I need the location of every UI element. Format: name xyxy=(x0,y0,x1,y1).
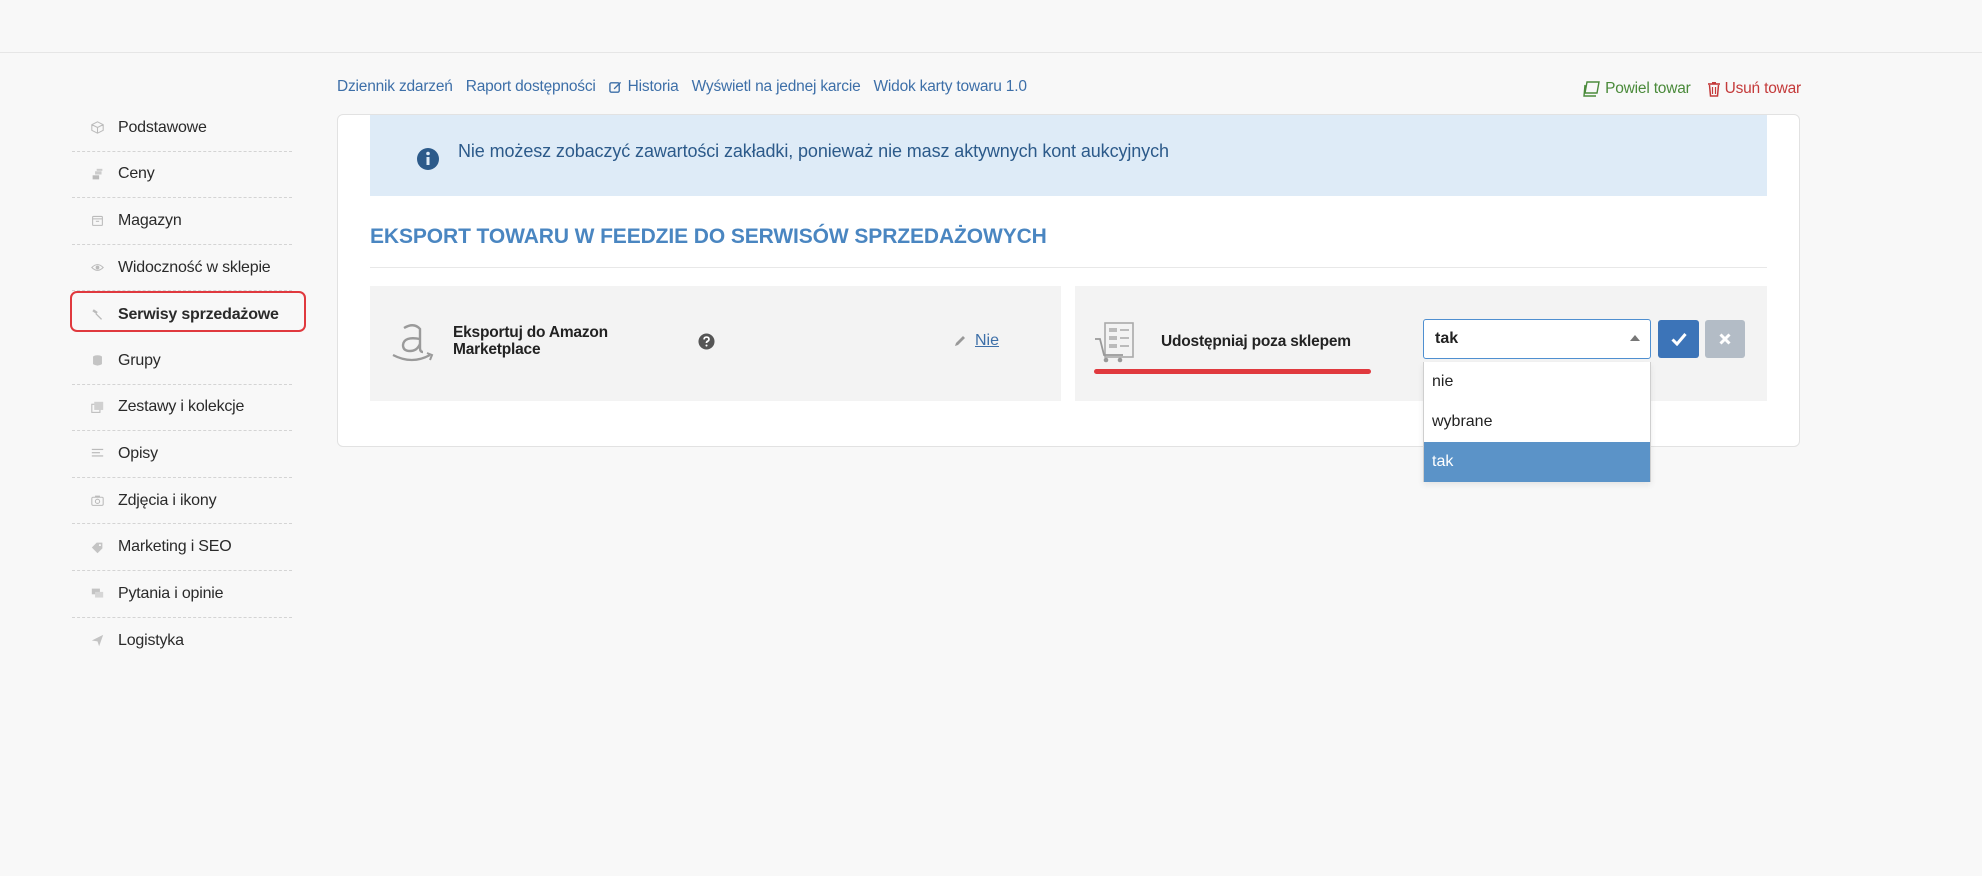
paper-plane-icon xyxy=(90,634,104,648)
amazon-export-card: Eksportuj do Amazon Marketplace Nie xyxy=(370,286,1061,401)
duplicate-product-link[interactable]: Powiel towar xyxy=(1583,80,1691,98)
delete-product-label: Usuń towar xyxy=(1724,80,1802,97)
tag-icon xyxy=(90,540,104,554)
sidebar-item-label: Magazyn xyxy=(118,211,182,229)
amazon-icon xyxy=(392,324,434,362)
section-divider xyxy=(370,267,1767,268)
caret-up-icon xyxy=(1630,335,1640,341)
close-icon xyxy=(1719,333,1731,345)
sidebar-item-logistyka[interactable]: Logistyka xyxy=(72,618,292,665)
text-lines-icon xyxy=(90,447,104,461)
sidebar-item-label: Opisy xyxy=(118,444,158,462)
sidebar-item-serwisy-sprzedazowe[interactable]: Serwisy sprzedażowe xyxy=(70,291,306,338)
history-link[interactable]: Historia xyxy=(608,78,679,96)
pencil-icon xyxy=(953,334,967,348)
sidebar-item-label: Zdjęcia i ikony xyxy=(118,491,217,509)
box-icon xyxy=(90,214,104,228)
sidebar: Podstawowe Ceny Magazyn Widoczność w skl… xyxy=(70,105,306,665)
red-underline-annotation xyxy=(1094,369,1371,374)
coins-icon xyxy=(90,167,104,181)
amazon-export-value: Nie xyxy=(975,332,1000,349)
info-icon xyxy=(417,147,439,170)
section-title: EKSPORT TOWARU W FEEDZIE DO SERWISÓW SPR… xyxy=(370,225,1047,248)
confirm-button[interactable] xyxy=(1658,320,1699,358)
sidebar-item-grupy[interactable]: Grupy xyxy=(72,338,292,385)
sidebar-item-label: Ceny xyxy=(118,165,155,183)
single-card-link[interactable]: Wyświetl na jednej karcie xyxy=(692,78,861,96)
dropdown-option-nie[interactable]: nie xyxy=(1424,362,1650,402)
copy-icon xyxy=(1583,81,1601,97)
sidebar-item-ceny[interactable]: Ceny xyxy=(72,152,292,199)
sidebar-item-pytania[interactable]: Pytania i opinie xyxy=(72,571,292,618)
history-link-label: Historia xyxy=(627,78,679,95)
top-bar xyxy=(0,0,1982,53)
share-outside-dropdown: nie wybrane tak xyxy=(1423,362,1651,482)
sidebar-item-label: Zestawy i kolekcje xyxy=(118,398,245,416)
sidebar-item-label: Podstawowe xyxy=(118,118,207,136)
database-icon xyxy=(90,354,104,368)
share-outside-label: Udostępniaj poza sklepem xyxy=(1161,333,1351,350)
comments-icon xyxy=(90,587,104,601)
info-alert: Nie możesz zobaczyć zawartości zakładki,… xyxy=(370,115,1767,196)
sidebar-item-label: Logistyka xyxy=(118,631,184,649)
alert-text: Nie możesz zobaczyć zawartości zakładki,… xyxy=(458,141,1169,161)
sidebar-item-label: Serwisy sprzedażowe xyxy=(118,305,279,323)
check-icon xyxy=(1670,333,1687,346)
availability-report-link[interactable]: Raport dostępności xyxy=(466,78,596,96)
dropdown-option-wybrane[interactable]: wybrane xyxy=(1424,402,1650,442)
eye-icon xyxy=(90,261,104,275)
sidebar-item-magazyn[interactable]: Magazyn xyxy=(72,198,292,245)
duplicate-product-label: Powiel towar xyxy=(1605,80,1691,97)
edit-square-icon xyxy=(608,81,622,94)
question-circle-icon[interactable] xyxy=(698,333,715,350)
sidebar-item-label: Marketing i SEO xyxy=(118,538,232,556)
cube-icon xyxy=(90,121,104,135)
share-outside-select[interactable]: tak xyxy=(1423,319,1651,359)
collection-icon xyxy=(90,400,104,414)
share-outside-selected-value: tak xyxy=(1435,330,1459,347)
event-log-link[interactable]: Dziennik zdarzeń xyxy=(337,78,453,96)
gavel-icon xyxy=(90,308,104,322)
card-view-link[interactable]: Widok karty towaru 1.0 xyxy=(874,78,1027,96)
sidebar-item-zestawy[interactable]: Zestawy i kolekcje xyxy=(72,385,292,432)
trash-icon xyxy=(1707,81,1721,97)
camera-icon xyxy=(90,494,104,508)
product-actions: Powiel towar Usuń towar xyxy=(1583,80,1801,98)
sidebar-item-widocznosc[interactable]: Widoczność w sklepie xyxy=(72,245,292,292)
sidebar-item-label: Widoczność w sklepie xyxy=(118,258,271,276)
sidebar-item-marketing[interactable]: Marketing i SEO xyxy=(72,524,292,571)
sidebar-item-opisy[interactable]: Opisy xyxy=(72,431,292,478)
cancel-button[interactable] xyxy=(1705,320,1745,358)
sidebar-item-label: Grupy xyxy=(118,351,161,369)
dropdown-option-tak[interactable]: tak xyxy=(1424,442,1650,482)
share-outside-card: Udostępniaj poza sklepem tak xyxy=(1075,286,1767,401)
amazon-export-label: Eksportuj do Amazon Marketplace xyxy=(453,324,608,358)
top-links: Dziennik zdarzeń Raport dostępności Hist… xyxy=(337,78,1027,96)
sidebar-item-label: Pytania i opinie xyxy=(118,584,224,602)
amazon-export-edit-link[interactable]: Nie xyxy=(953,332,999,350)
sidebar-item-podstawowe[interactable]: Podstawowe xyxy=(72,105,292,152)
sidebar-item-zdjecia[interactable]: Zdjęcia i ikony xyxy=(72,478,292,525)
shop-feed-icon xyxy=(1095,322,1134,363)
delete-product-link[interactable]: Usuń towar xyxy=(1707,80,1801,98)
